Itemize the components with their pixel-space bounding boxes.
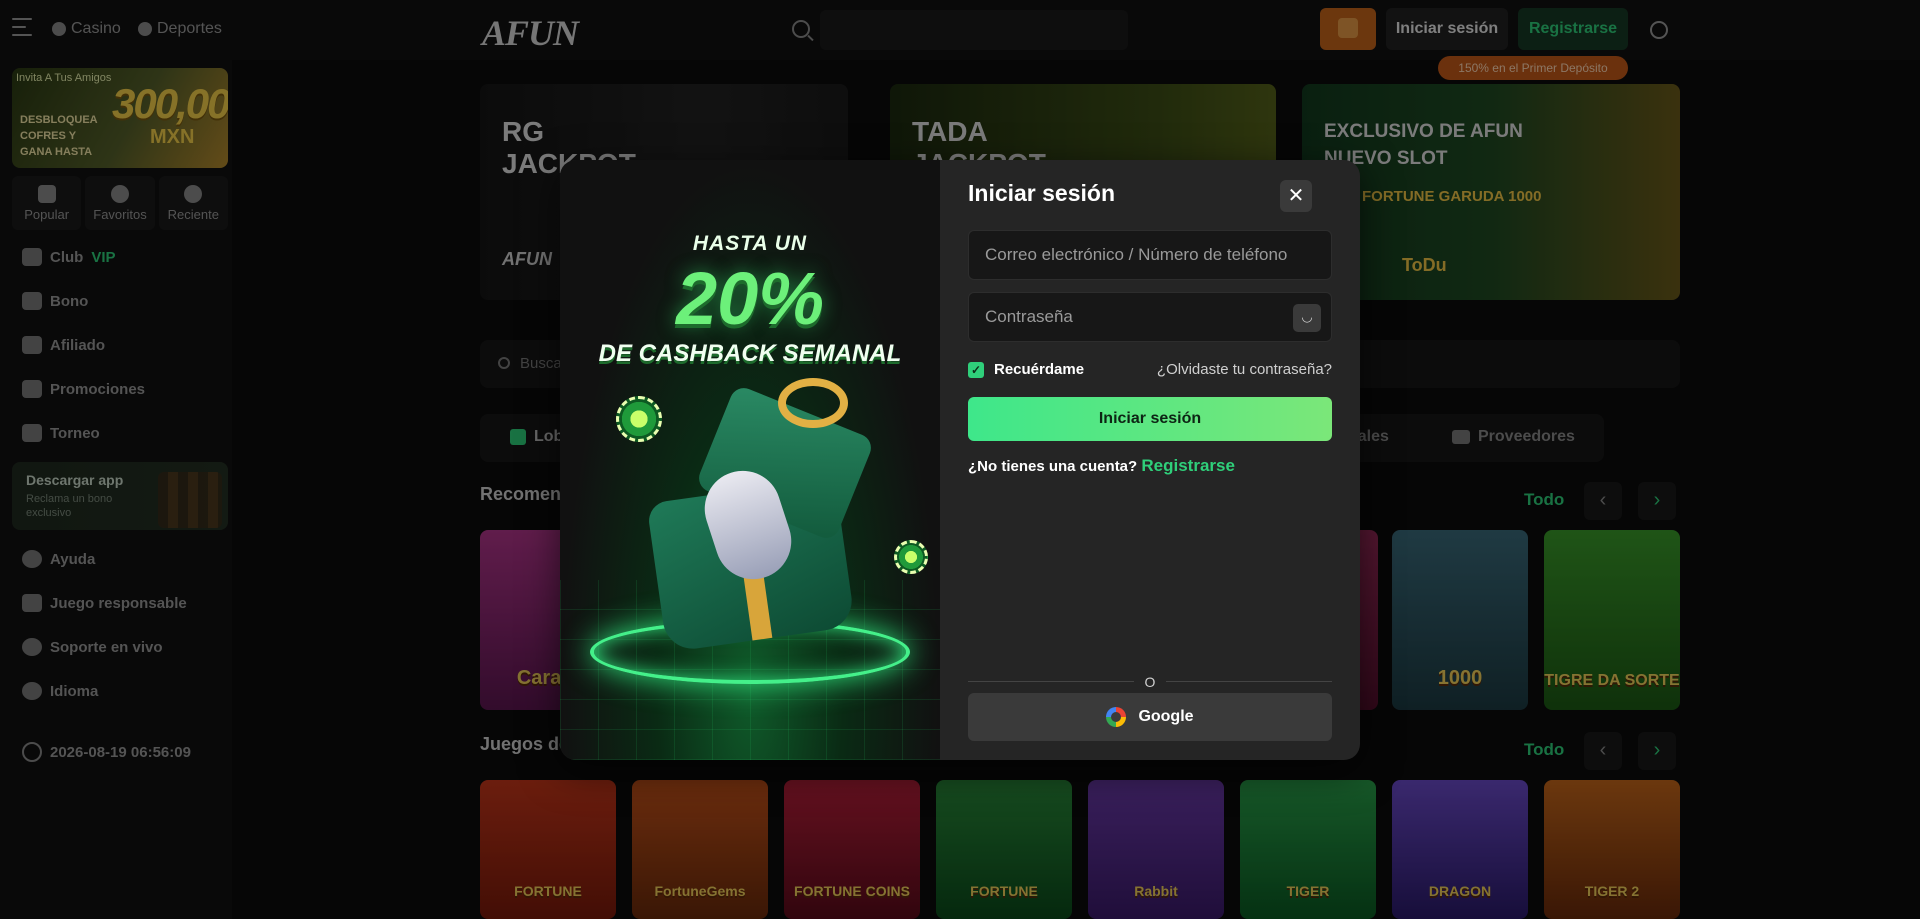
cashback-promo-art: HASTA UN 20% DE CASHBACK SEMANAL <box>560 160 940 760</box>
eye-closed-icon[interactable]: ◡ <box>1293 304 1321 332</box>
divider-line <box>1166 681 1332 682</box>
gift-bow-image <box>778 378 848 428</box>
remember-me[interactable]: ✓ Recuérdame <box>968 361 1084 378</box>
password-input[interactable] <box>969 293 1331 341</box>
no-account-row: ¿No tienes una cuenta? Registrarse <box>968 456 1235 476</box>
art-cashback-text: DE CASHBACK SEMANAL <box>598 340 902 367</box>
password-field[interactable]: ◡ <box>968 292 1332 342</box>
email-input[interactable] <box>969 231 1331 279</box>
close-icon[interactable]: ✕ <box>1280 180 1312 212</box>
login-modal: HASTA UN 20% DE CASHBACK SEMANAL Iniciar… <box>560 160 1360 760</box>
art-percent-text: 20% <box>675 257 825 340</box>
register-link[interactable]: Registrarse <box>1141 456 1235 475</box>
forgot-password-link[interactable]: ¿Olvidaste tu contraseña? <box>1157 361 1332 378</box>
remember-label: Recuérdame <box>994 361 1085 378</box>
google-label: Google <box>1138 708 1194 725</box>
google-icon <box>1106 707 1127 727</box>
remember-checkbox[interactable]: ✓ <box>968 361 984 378</box>
email-field[interactable] <box>968 230 1332 280</box>
casino-chip-icon <box>894 540 928 574</box>
no-account-text: ¿No tienes una cuenta? <box>968 458 1138 475</box>
art-hasta-text: HASTA UN <box>692 232 808 255</box>
app-root: Casino Deportes AFUN Iniciar sesión Regi… <box>0 0 1920 919</box>
casino-chip-icon <box>616 396 662 442</box>
login-form: Iniciar sesión ✕ ◡ ✓ Recuérdame ¿Olvidas… <box>940 160 1360 760</box>
or-text: O <box>1144 674 1156 690</box>
login-submit-button[interactable]: Iniciar sesión <box>968 397 1332 441</box>
or-divider: O <box>968 674 1332 690</box>
modal-title: Iniciar sesión <box>968 180 1116 206</box>
google-login-button[interactable]: Google <box>968 693 1332 741</box>
